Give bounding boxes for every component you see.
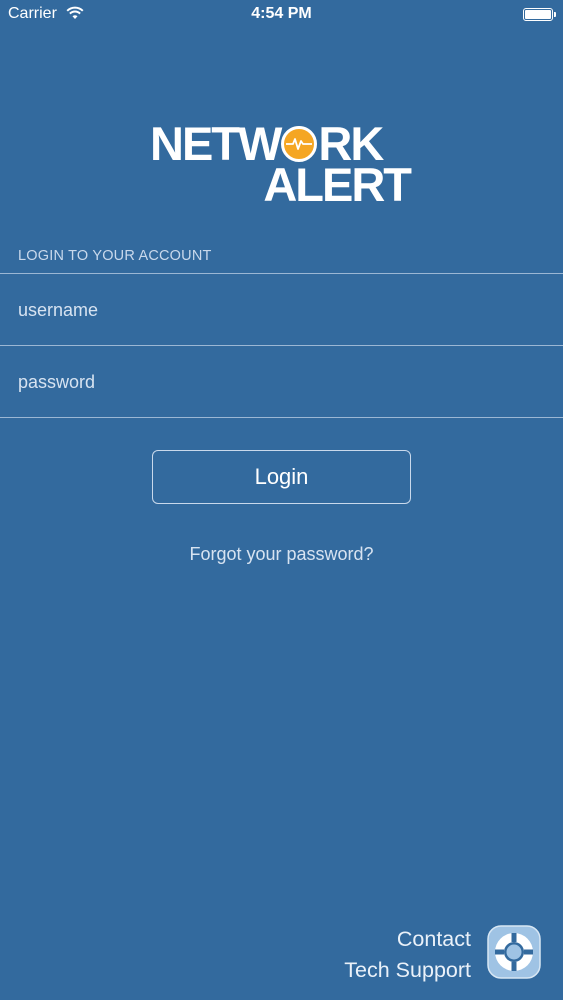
forgot-password-link[interactable]: Forgot your password? bbox=[0, 544, 563, 565]
password-input[interactable] bbox=[0, 347, 563, 417]
pulse-icon bbox=[281, 125, 318, 162]
logo-text-alert: ALERT bbox=[263, 158, 412, 211]
divider-bottom bbox=[0, 417, 563, 418]
login-button[interactable]: Login bbox=[152, 450, 411, 504]
contact-tech-support-link[interactable]: Contact Tech Support bbox=[344, 924, 471, 986]
status-time: 4:54 PM bbox=[251, 5, 312, 22]
status-bar: Carrier 4:54 PM bbox=[0, 0, 563, 30]
support-line-contact: Contact bbox=[396, 927, 471, 951]
support-line-tech-support: Tech Support bbox=[344, 958, 471, 982]
battery-icon bbox=[523, 8, 556, 21]
username-input[interactable] bbox=[0, 275, 563, 345]
login-section-title: LOGIN TO YOUR ACCOUNT bbox=[18, 248, 212, 264]
divider-top bbox=[0, 273, 563, 274]
logo-text-netw: NETW bbox=[150, 117, 282, 170]
divider-middle bbox=[0, 345, 563, 346]
lifebuoy-icon[interactable] bbox=[486, 924, 542, 980]
app-logo: NETW RK ALERT bbox=[150, 117, 412, 211]
